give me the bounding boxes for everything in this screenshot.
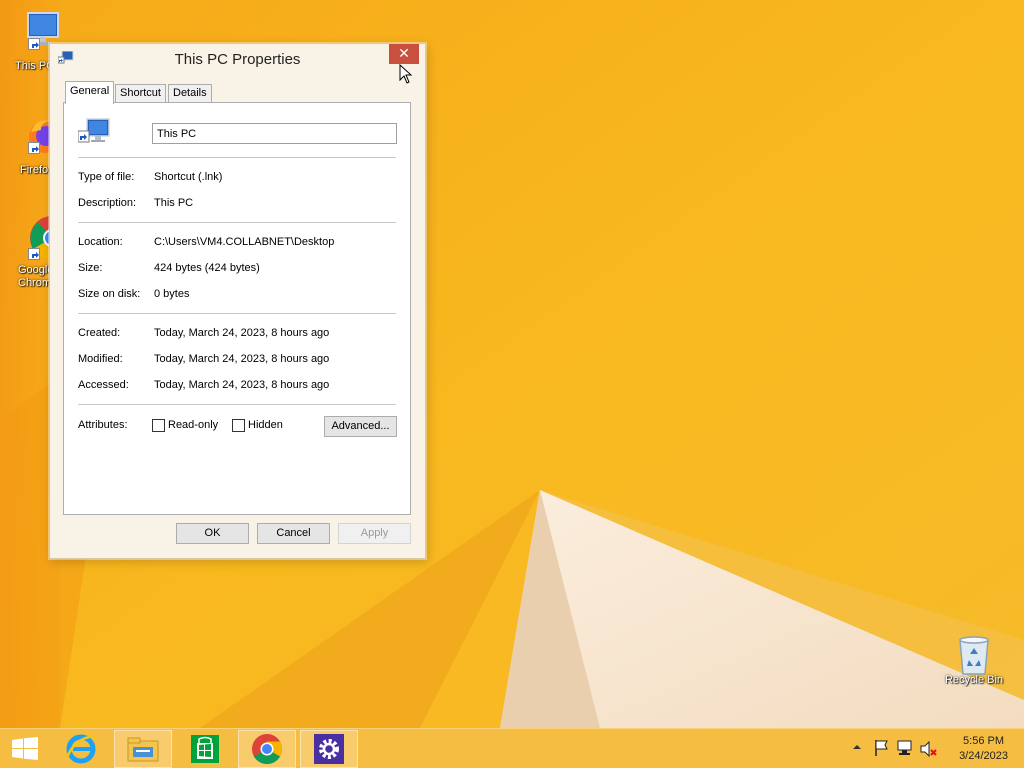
created-label: Created:: [78, 327, 121, 339]
windows-store-icon: [191, 735, 219, 763]
divider: [78, 313, 396, 314]
tab-shortcut[interactable]: Shortcut: [115, 84, 166, 103]
internet-explorer-icon: [65, 734, 96, 764]
desktop-icon-recycle-bin[interactable]: Recycle Bin: [936, 630, 1012, 687]
size-on-disk-label: Size on disk:: [78, 288, 141, 300]
title-bar[interactable]: This PC Properties ✕: [50, 44, 425, 74]
window-title: This PC Properties: [174, 51, 301, 68]
clock-date: 3/24/2023: [959, 750, 1008, 762]
start-button[interactable]: [0, 730, 50, 768]
taskbar-file-explorer[interactable]: [114, 730, 172, 768]
mouse-cursor-icon: [399, 63, 413, 87]
tab-label: General: [70, 85, 110, 97]
tab-label: Shortcut: [120, 87, 161, 99]
clock-time: 5:56 PM: [963, 735, 1005, 747]
taskbar-settings[interactable]: [300, 730, 358, 768]
modified-label: Modified:: [78, 353, 123, 365]
tab-label: Details: [173, 87, 207, 99]
recycle-bin-icon: [950, 630, 998, 678]
modified-value: Today, March 24, 2023, 8 hours ago: [154, 353, 330, 365]
shortcut-pc-large-icon: [77, 117, 112, 150]
volume-muted-icon[interactable]: [920, 740, 938, 760]
tab-general[interactable]: General: [65, 81, 115, 104]
taskbar-chrome[interactable]: [238, 730, 296, 768]
divider: [78, 222, 396, 223]
taskbar-internet-explorer[interactable]: [52, 730, 110, 768]
location-label: Location:: [78, 236, 123, 248]
divider: [78, 157, 396, 158]
taskbar-store[interactable]: [176, 730, 234, 768]
clock[interactable]: 5:56 PM 3/24/2023: [959, 734, 1008, 764]
cancel-button[interactable]: Cancel: [257, 523, 330, 544]
readonly-label: Read-only: [168, 419, 219, 431]
ok-button[interactable]: OK: [176, 523, 249, 544]
advanced-button[interactable]: Advanced...: [324, 416, 397, 437]
divider: [78, 404, 396, 405]
checkbox-box[interactable]: [232, 419, 245, 432]
general-tab-panel: Type of file: Shortcut (.lnk) Descriptio…: [63, 102, 411, 515]
tab-details[interactable]: Details: [168, 84, 212, 103]
system-tray: 5:56 PM 3/24/2023: [834, 729, 1024, 768]
description-value: This PC: [154, 197, 194, 209]
close-icon: ✕: [398, 45, 410, 61]
type-value: Shortcut (.lnk): [154, 171, 223, 183]
taskbar[interactable]: 5:56 PM 3/24/2023: [0, 728, 1024, 768]
shortcut-name-field[interactable]: [152, 123, 397, 144]
accessed-value: Today, March 24, 2023, 8 hours ago: [154, 379, 330, 391]
show-hidden-icons-chevron-icon[interactable]: [852, 742, 862, 755]
attributes-label: Attributes:: [78, 419, 128, 431]
apply-button[interactable]: Apply: [338, 523, 411, 544]
network-icon[interactable]: [896, 740, 914, 759]
settings-icon: [314, 734, 344, 764]
close-button[interactable]: ✕: [389, 44, 419, 64]
hidden-label: Hidden: [248, 419, 283, 431]
type-label: Type of file:: [78, 171, 135, 183]
size-on-disk-value: 0 bytes: [154, 288, 190, 300]
windows-start-icon: [12, 737, 38, 760]
accessed-label: Accessed:: [78, 379, 129, 391]
file-explorer-icon: [127, 737, 159, 762]
action-center-flag-icon[interactable]: [874, 739, 890, 760]
location-value: C:\Users\VM4.COLLABNET\Desktop: [154, 236, 335, 248]
created-value: Today, March 24, 2023, 8 hours ago: [154, 327, 330, 339]
chrome-icon: [252, 734, 283, 765]
size-value: 424 bytes (424 bytes): [154, 262, 260, 274]
description-label: Description:: [78, 197, 137, 209]
properties-window[interactable]: This PC Properties ✕ General Shortcut De…: [49, 43, 426, 559]
size-label: Size:: [78, 262, 103, 274]
checkbox-box[interactable]: [152, 419, 165, 432]
